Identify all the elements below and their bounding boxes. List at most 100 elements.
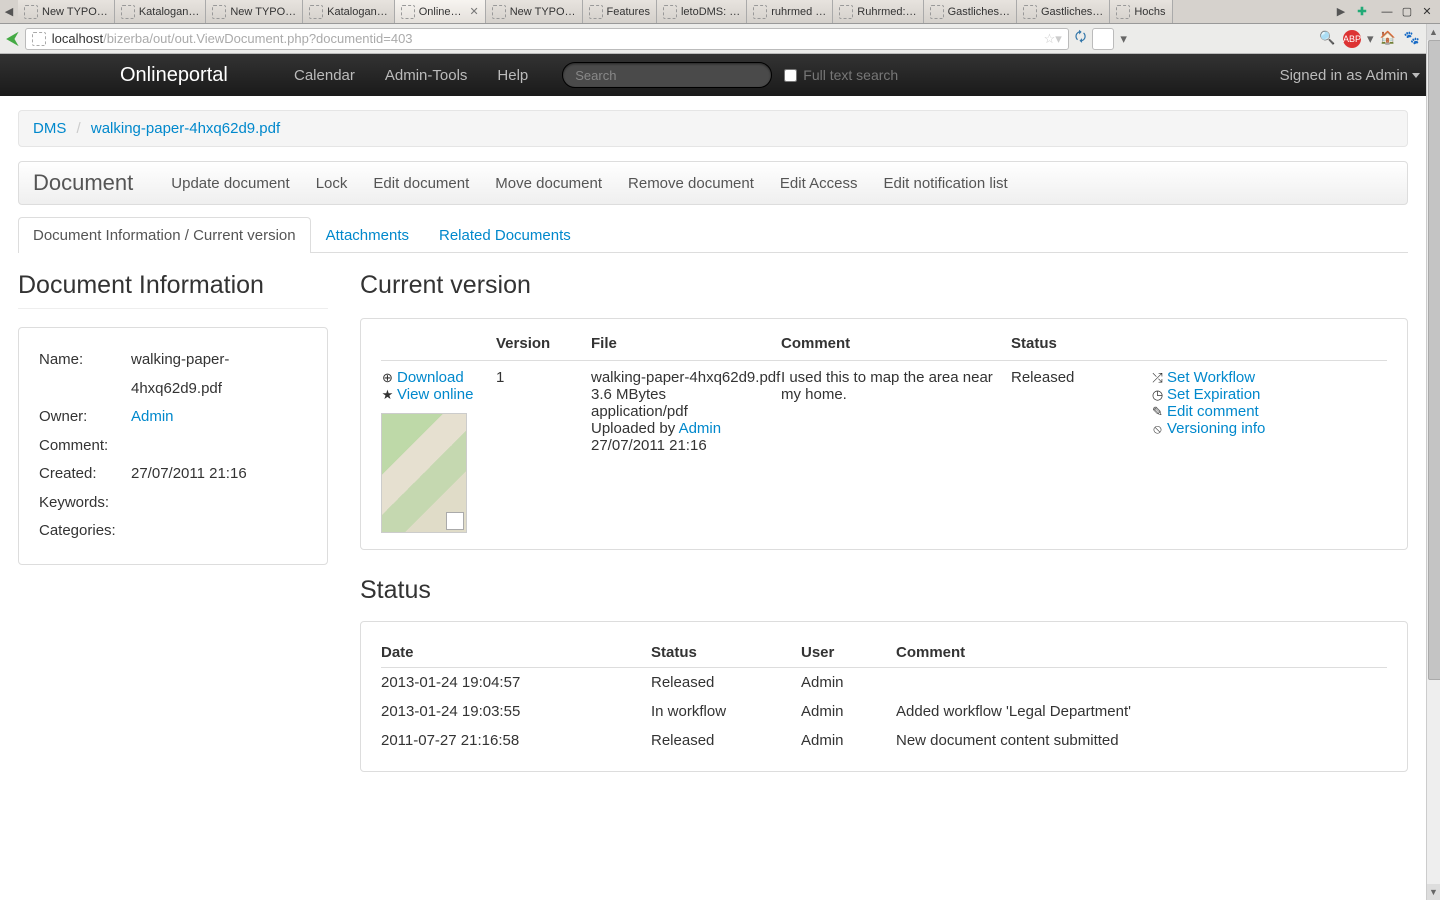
scroll-down-icon[interactable]: ▼ (1427, 884, 1440, 900)
content-tab[interactable]: Attachments (311, 217, 424, 253)
nav-link[interactable]: Calendar (280, 57, 369, 94)
doc-action-link[interactable]: Move document (495, 175, 602, 192)
tab-scroll-right[interactable]: ▶ (1332, 0, 1350, 23)
clock-icon: ◷ (1151, 387, 1164, 403)
home-icon[interactable]: 🏠 (1379, 30, 1397, 48)
tab-title: Features (607, 6, 650, 18)
content-tab[interactable]: Document Information / Current version (18, 217, 311, 253)
doc-action-link[interactable]: Edit document (373, 175, 469, 192)
back-button-icon[interactable]: ⮜ (6, 28, 19, 49)
col-status: Status (1011, 335, 1151, 361)
status-user: Admin (801, 726, 896, 755)
scroll-up-icon[interactable]: ▲ (1427, 24, 1440, 40)
owner-link[interactable]: Admin (131, 408, 174, 425)
window-tab[interactable]: Katalogan… (115, 0, 207, 23)
window-close-icon[interactable]: ✕ (1420, 5, 1434, 18)
status-comment (896, 668, 1387, 698)
window-tab[interactable]: Katalogan… (303, 0, 395, 23)
extension-icon[interactable]: 🐾 (1403, 30, 1421, 48)
uploaded-by-link[interactable]: Admin (679, 420, 722, 437)
vertical-scrollbar[interactable]: ▲ ▼ (1426, 24, 1440, 900)
file-name: walking-paper-4hxq62d9.pdf (591, 369, 781, 386)
current-version-heading: Current version (360, 271, 1408, 300)
set-workflow-link[interactable]: Set Workflow (1167, 369, 1255, 386)
doc-action-link[interactable]: Update document (171, 175, 289, 192)
full-text-search-toggle[interactable]: Full text search (784, 67, 898, 83)
url-host: localhost (52, 31, 103, 46)
window-maximize-icon[interactable]: ▢ (1400, 5, 1414, 18)
status-date: 2013-01-24 19:03:55 (381, 697, 651, 726)
tab-title: New TYPO… (510, 6, 576, 18)
document-thumbnail[interactable] (381, 413, 467, 533)
nav-link[interactable]: Admin-Tools (371, 57, 482, 94)
uploaded-by-label: Uploaded by (591, 420, 679, 437)
search-placeholder: Search (575, 68, 616, 83)
status-status: Released (651, 668, 801, 698)
signed-in-dropdown[interactable]: Signed in as Admin (1280, 67, 1420, 84)
file-mime: application/pdf (591, 403, 781, 420)
window-tab[interactable]: Features (583, 0, 657, 23)
shuffle-icon: ⤮ (1151, 370, 1164, 386)
favicon-icon (663, 5, 677, 19)
versioning-info-link[interactable]: Versioning info (1167, 420, 1265, 437)
doc-action-link[interactable]: Remove document (628, 175, 754, 192)
bookmark-star-icon[interactable]: ☆▾ (1044, 31, 1062, 47)
window-tab[interactable]: letoDMS: … (657, 0, 747, 23)
status-heading: Status (360, 576, 1408, 605)
url-bar[interactable]: localhost/bizerba/out/out.ViewDocument.p… (25, 28, 1069, 50)
new-tab-button[interactable]: ✚ (1350, 0, 1374, 23)
view-online-link[interactable]: View online (397, 386, 473, 403)
set-expiration-link[interactable]: Set Expiration (1167, 386, 1260, 403)
tab-title: New TYPO… (42, 6, 108, 18)
search-input[interactable]: Search (562, 62, 772, 88)
breadcrumb-doc[interactable]: walking-paper-4hxq62d9.pdf (91, 120, 280, 137)
doc-info-heading: Document Information (18, 271, 328, 309)
actionbar-title: Document (33, 170, 133, 196)
tab-close-icon[interactable]: ✕ (470, 5, 479, 18)
window-tab[interactable]: New TYPO… (486, 0, 583, 23)
reload-icon[interactable]: 🗘 (1075, 28, 1087, 50)
categories-value (131, 517, 307, 546)
status-status: In workflow (651, 697, 801, 726)
name-label: Name: (39, 346, 131, 403)
created-label: Created: (39, 460, 131, 489)
doc-action-link[interactable]: Edit notification list (883, 175, 1007, 192)
adblock-icon[interactable]: ABP (1343, 30, 1361, 48)
brand[interactable]: Onlineportal (120, 64, 228, 87)
current-version-box: Version File Comment Status ⊕Download ★V… (360, 318, 1408, 550)
nav-link[interactable]: Help (483, 57, 542, 94)
doc-action-link[interactable]: Lock (316, 175, 348, 192)
window-minimize-icon[interactable]: — (1380, 6, 1394, 18)
window-tab[interactable]: New TYPO… (18, 0, 115, 23)
created-value: 27/07/2011 21:16 (131, 460, 307, 489)
favicon-icon (589, 5, 603, 19)
reader-icon[interactable]: 🔍 (1319, 30, 1337, 48)
favicon-icon (492, 5, 506, 19)
star-icon: ★ (381, 387, 394, 403)
download-link[interactable]: Download (397, 369, 464, 386)
window-tab[interactable]: Gastliches… (924, 0, 1017, 23)
breadcrumb-root[interactable]: DMS (33, 120, 66, 137)
window-tab[interactable]: Online…✕ (395, 0, 486, 23)
status-row: 2013-01-24 19:04:57ReleasedAdmin (381, 668, 1387, 698)
window-tab[interactable]: Gastliches… (1017, 0, 1110, 23)
stop-icon: ⦸ (1151, 421, 1164, 437)
scrollbar-thumb[interactable] (1428, 40, 1440, 680)
content-tab[interactable]: Related Documents (424, 217, 586, 253)
window-tab[interactable]: Ruhrmed:… (833, 0, 923, 23)
window-tab[interactable]: ruhrmed … (747, 0, 833, 23)
tab-title: Katalogan… (327, 6, 388, 18)
site-identity-icon[interactable] (32, 32, 46, 46)
status-box: Date Status User Comment 2013-01-24 19:0… (360, 621, 1408, 772)
browser-tool-button[interactable] (1092, 28, 1114, 50)
comment-value (131, 432, 307, 461)
edit-comment-link[interactable]: Edit comment (1167, 403, 1259, 420)
tab-title: Gastliches… (948, 6, 1010, 18)
window-tab[interactable]: Hochs (1110, 0, 1172, 23)
tab-scroll-left[interactable]: ◀ (0, 0, 18, 23)
full-text-checkbox[interactable] (784, 69, 797, 82)
window-controls: — ▢ ✕ (1374, 0, 1440, 23)
app-navbar: Onlineportal CalendarAdmin-ToolsHelp Sea… (0, 54, 1440, 96)
window-tab[interactable]: New TYPO… (206, 0, 303, 23)
doc-action-link[interactable]: Edit Access (780, 175, 858, 192)
